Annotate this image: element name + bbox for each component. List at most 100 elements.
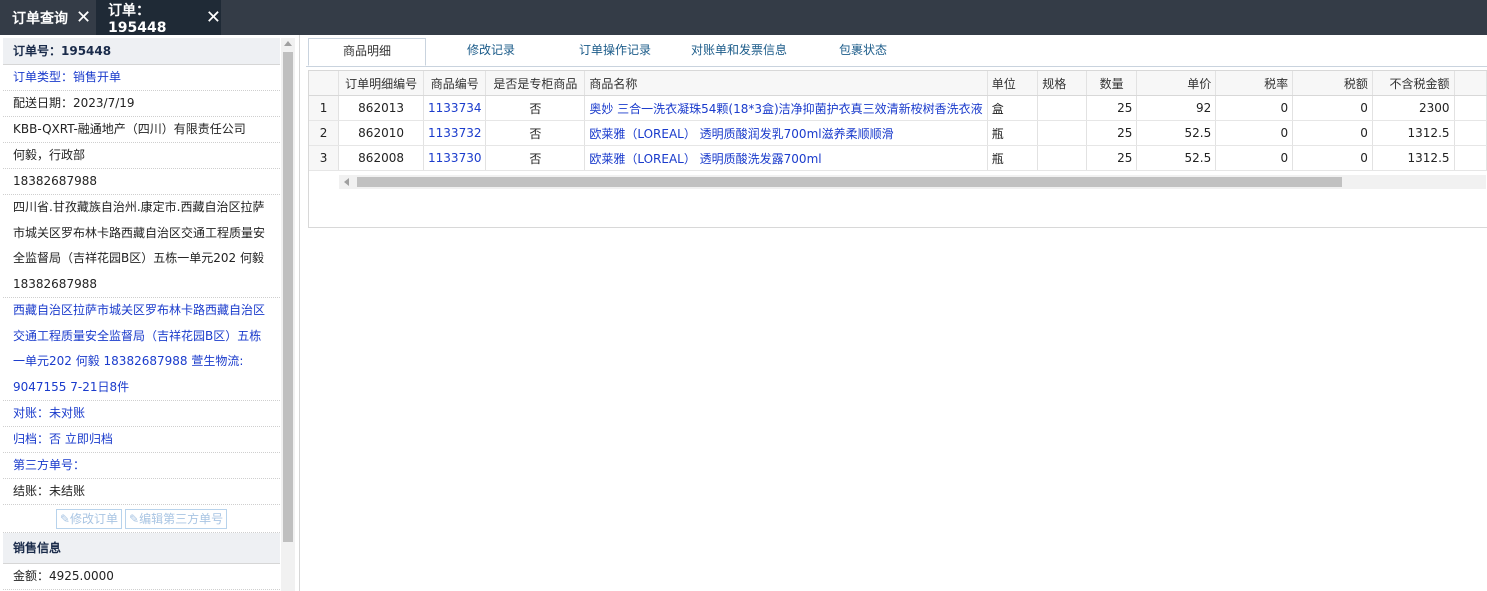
unit: 瓶 <box>987 145 1039 171</box>
product-no-link[interactable]: 1133732 <box>423 120 487 146</box>
pretax-amount: 2300 <box>1372 95 1455 121</box>
scrollbar-thumb[interactable] <box>283 52 293 542</box>
tab-label: 订单：195448 <box>108 2 167 36</box>
unit: 瓶 <box>987 120 1039 146</box>
is-counter: 否 <box>485 120 586 146</box>
tax-rate: 0 <box>1215 145 1294 171</box>
is-counter: 否 <box>485 145 586 171</box>
edit-icon: ✎ <box>129 511 140 526</box>
delivery-date: 配送日期：2023/7/19 <box>3 91 280 117</box>
unit-price: 92 <box>1136 95 1217 121</box>
col-header-quantity[interactable]: 数量 <box>1086 71 1138 96</box>
quantity: 25 <box>1086 95 1138 121</box>
quantity: 25 <box>1086 145 1138 171</box>
col-header-pretax-amount[interactable]: 不含税金额 <box>1372 71 1455 96</box>
address-line: 四川省.甘孜藏族自治州.康定市.西藏自治区拉萨 <box>13 200 265 214</box>
address-line: 18382687988 <box>13 276 97 291</box>
product-name-link[interactable]: 欧莱雅（LOREAL） 透明质酸润发乳700ml滋养柔顺顺滑 <box>584 120 988 146</box>
delivery-address: 四川省.甘孜藏族自治州.康定市.西藏自治区拉萨 市城关区罗布林卡路西藏自治区交通… <box>3 195 280 298</box>
third-party-number: 第三方单号： <box>3 453 280 479</box>
col-header-counter[interactable]: 是否是专柜商品 <box>485 71 586 96</box>
company-name: KBB-QXRT-融通地产（四川）有限责任公司 <box>3 117 280 143</box>
filler-cell <box>1454 145 1487 171</box>
product-no-link[interactable]: 1133730 <box>423 145 487 171</box>
col-header-detail-no[interactable]: 订单明细编号 <box>338 71 425 96</box>
remark-line: 9047155 7-21日8件 <box>13 379 130 394</box>
order-remark: 西藏自治区拉萨市城关区罗布林卡路西藏自治区 交通工程质量安全监督局（吉祥花园B区… <box>3 298 280 401</box>
unit-price: 52.5 <box>1136 145 1217 171</box>
col-header-filler <box>1454 71 1487 96</box>
col-header-tax-rate[interactable]: 税率 <box>1215 71 1294 96</box>
tab-order-detail[interactable]: 订单：195448 ✕ <box>96 0 221 36</box>
reconcile-status: 对账：未对账 <box>3 401 280 427</box>
tab-modification-log[interactable]: 修改记录 <box>436 38 546 65</box>
archive-status[interactable]: 归档：否 立即归档 <box>3 427 280 453</box>
product-table: 订单明细编号 商品编号 是否是专柜商品 商品名称 单位 规格 数量 单价 税率 … <box>309 71 1487 171</box>
tax-amount: 0 <box>1292 145 1373 171</box>
close-icon[interactable]: ✕ <box>76 8 91 27</box>
tax-rate: 0 <box>1215 120 1294 146</box>
address-line: 市城关区罗布林卡路西藏自治区交通工程质量安 <box>13 225 266 240</box>
edit-icon: ✎ <box>59 511 70 526</box>
spec <box>1037 120 1087 146</box>
table-horizontal-scrollbar[interactable] <box>339 175 1486 189</box>
col-header-spec[interactable]: 规格 <box>1037 71 1087 96</box>
col-header-index <box>309 71 340 96</box>
col-header-tax-amount[interactable]: 税额 <box>1292 71 1373 96</box>
table-row[interactable]: 3 862008 1133730 否 欧莱雅（LOREAL） 透明质酸洗发露70… <box>309 145 1487 171</box>
tab-operation-log[interactable]: 订单操作记录 <box>556 38 674 65</box>
filler-cell <box>1454 120 1487 146</box>
pretax-amount: 1312.5 <box>1372 145 1455 171</box>
col-header-unit[interactable]: 单位 <box>987 71 1039 96</box>
tab-package-status[interactable]: 包裹状态 <box>804 38 922 65</box>
row-index: 3 <box>309 145 340 171</box>
tax-amount: 0 <box>1292 95 1373 121</box>
tab-order-query[interactable]: 订单查询 ✕ <box>0 0 96 35</box>
edit-third-party-button[interactable]: ✎编辑第三方单号 <box>125 508 228 529</box>
contact-person: 何毅，行政部 <box>3 143 280 169</box>
edit-third-party-label: 编辑第三方单号 <box>139 511 224 526</box>
amount: 金额：4925.0000 <box>3 564 280 590</box>
table-row[interactable]: 1 862013 1133734 否 奥妙 三合一洗衣凝珠54颗(18*3盒)洁… <box>309 95 1487 121</box>
col-header-product-name[interactable]: 商品名称 <box>584 71 988 96</box>
scroll-left-icon[interactable] <box>344 178 349 186</box>
detail-no: 862013 <box>338 95 425 121</box>
product-name-link[interactable]: 奥妙 三合一洗衣凝珠54颗(18*3盒)洁净抑菌护衣真三效清新桉树香洗衣液 <box>584 95 988 121</box>
tax-rate: 0 <box>1215 95 1294 121</box>
remark-line: 交通工程质量安全监督局（吉祥花园B区）五栋 <box>13 328 262 343</box>
edit-order-label: 修改订单 <box>69 511 118 526</box>
detail-no: 862008 <box>338 145 425 171</box>
action-buttons: ✎修改订单 ✎编辑第三方单号 <box>3 505 280 533</box>
is-counter: 否 <box>485 95 586 121</box>
remark-line: 西藏自治区拉萨市城关区罗布林卡路西藏自治区 <box>13 303 266 317</box>
phone-number: 18382687988 <box>3 169 280 195</box>
tab-invoice-info[interactable]: 对账单和发票信息 <box>684 38 794 65</box>
address-line: 全监督局（吉祥花园B区）五栋一单元202 何毅 <box>13 251 264 265</box>
row-index: 2 <box>309 120 340 146</box>
panel-tabs: 商品明细 修改记录 订单操作记录 对账单和发票信息 包裹状态 <box>306 38 1487 67</box>
table-header-row: 订单明细编号 商品编号 是否是专柜商品 商品名称 单位 规格 数量 单价 税率 … <box>309 71 1487 96</box>
product-no-link[interactable]: 1133734 <box>423 95 487 121</box>
col-header-product-no[interactable]: 商品编号 <box>423 71 487 96</box>
col-header-unit-price[interactable]: 单价 <box>1136 71 1217 96</box>
pretax-amount: 1312.5 <box>1372 120 1455 146</box>
product-name-link[interactable]: 欧莱雅（LOREAL） 透明质酸洗发露700ml <box>584 145 988 171</box>
horizontal-scrollbar-thumb[interactable] <box>357 177 1342 187</box>
row-index: 1 <box>309 95 340 121</box>
table-row[interactable]: 2 862010 1133732 否 欧莱雅（LOREAL） 透明质酸润发乳70… <box>309 120 1487 146</box>
spec <box>1037 95 1087 121</box>
sidebar-scrollbar[interactable] <box>281 38 295 591</box>
filler-cell <box>1454 95 1487 121</box>
tab-product-details[interactable]: 商品明细 <box>308 38 426 66</box>
close-icon[interactable]: ✕ <box>206 8 221 27</box>
edit-order-button[interactable]: ✎修改订单 <box>55 508 122 529</box>
order-info-sidebar: 订单号：195448 订单类型：销售开单 配送日期：2023/7/19 KBB-… <box>0 35 300 591</box>
unit: 盒 <box>987 95 1039 121</box>
top-tab-bar: 订单查询 ✕ 订单：195448 ✕ <box>0 0 1487 36</box>
spec <box>1037 145 1087 171</box>
order-type: 订单类型：销售开单 <box>3 65 280 91</box>
detail-panel: 商品明细 修改记录 订单操作记录 对账单和发票信息 包裹状态 订单明细编号 商品… <box>306 38 1487 591</box>
tax-amount: 0 <box>1292 120 1373 146</box>
order-number-header: 订单号：195448 <box>3 38 280 65</box>
scroll-up-icon[interactable] <box>284 41 292 46</box>
